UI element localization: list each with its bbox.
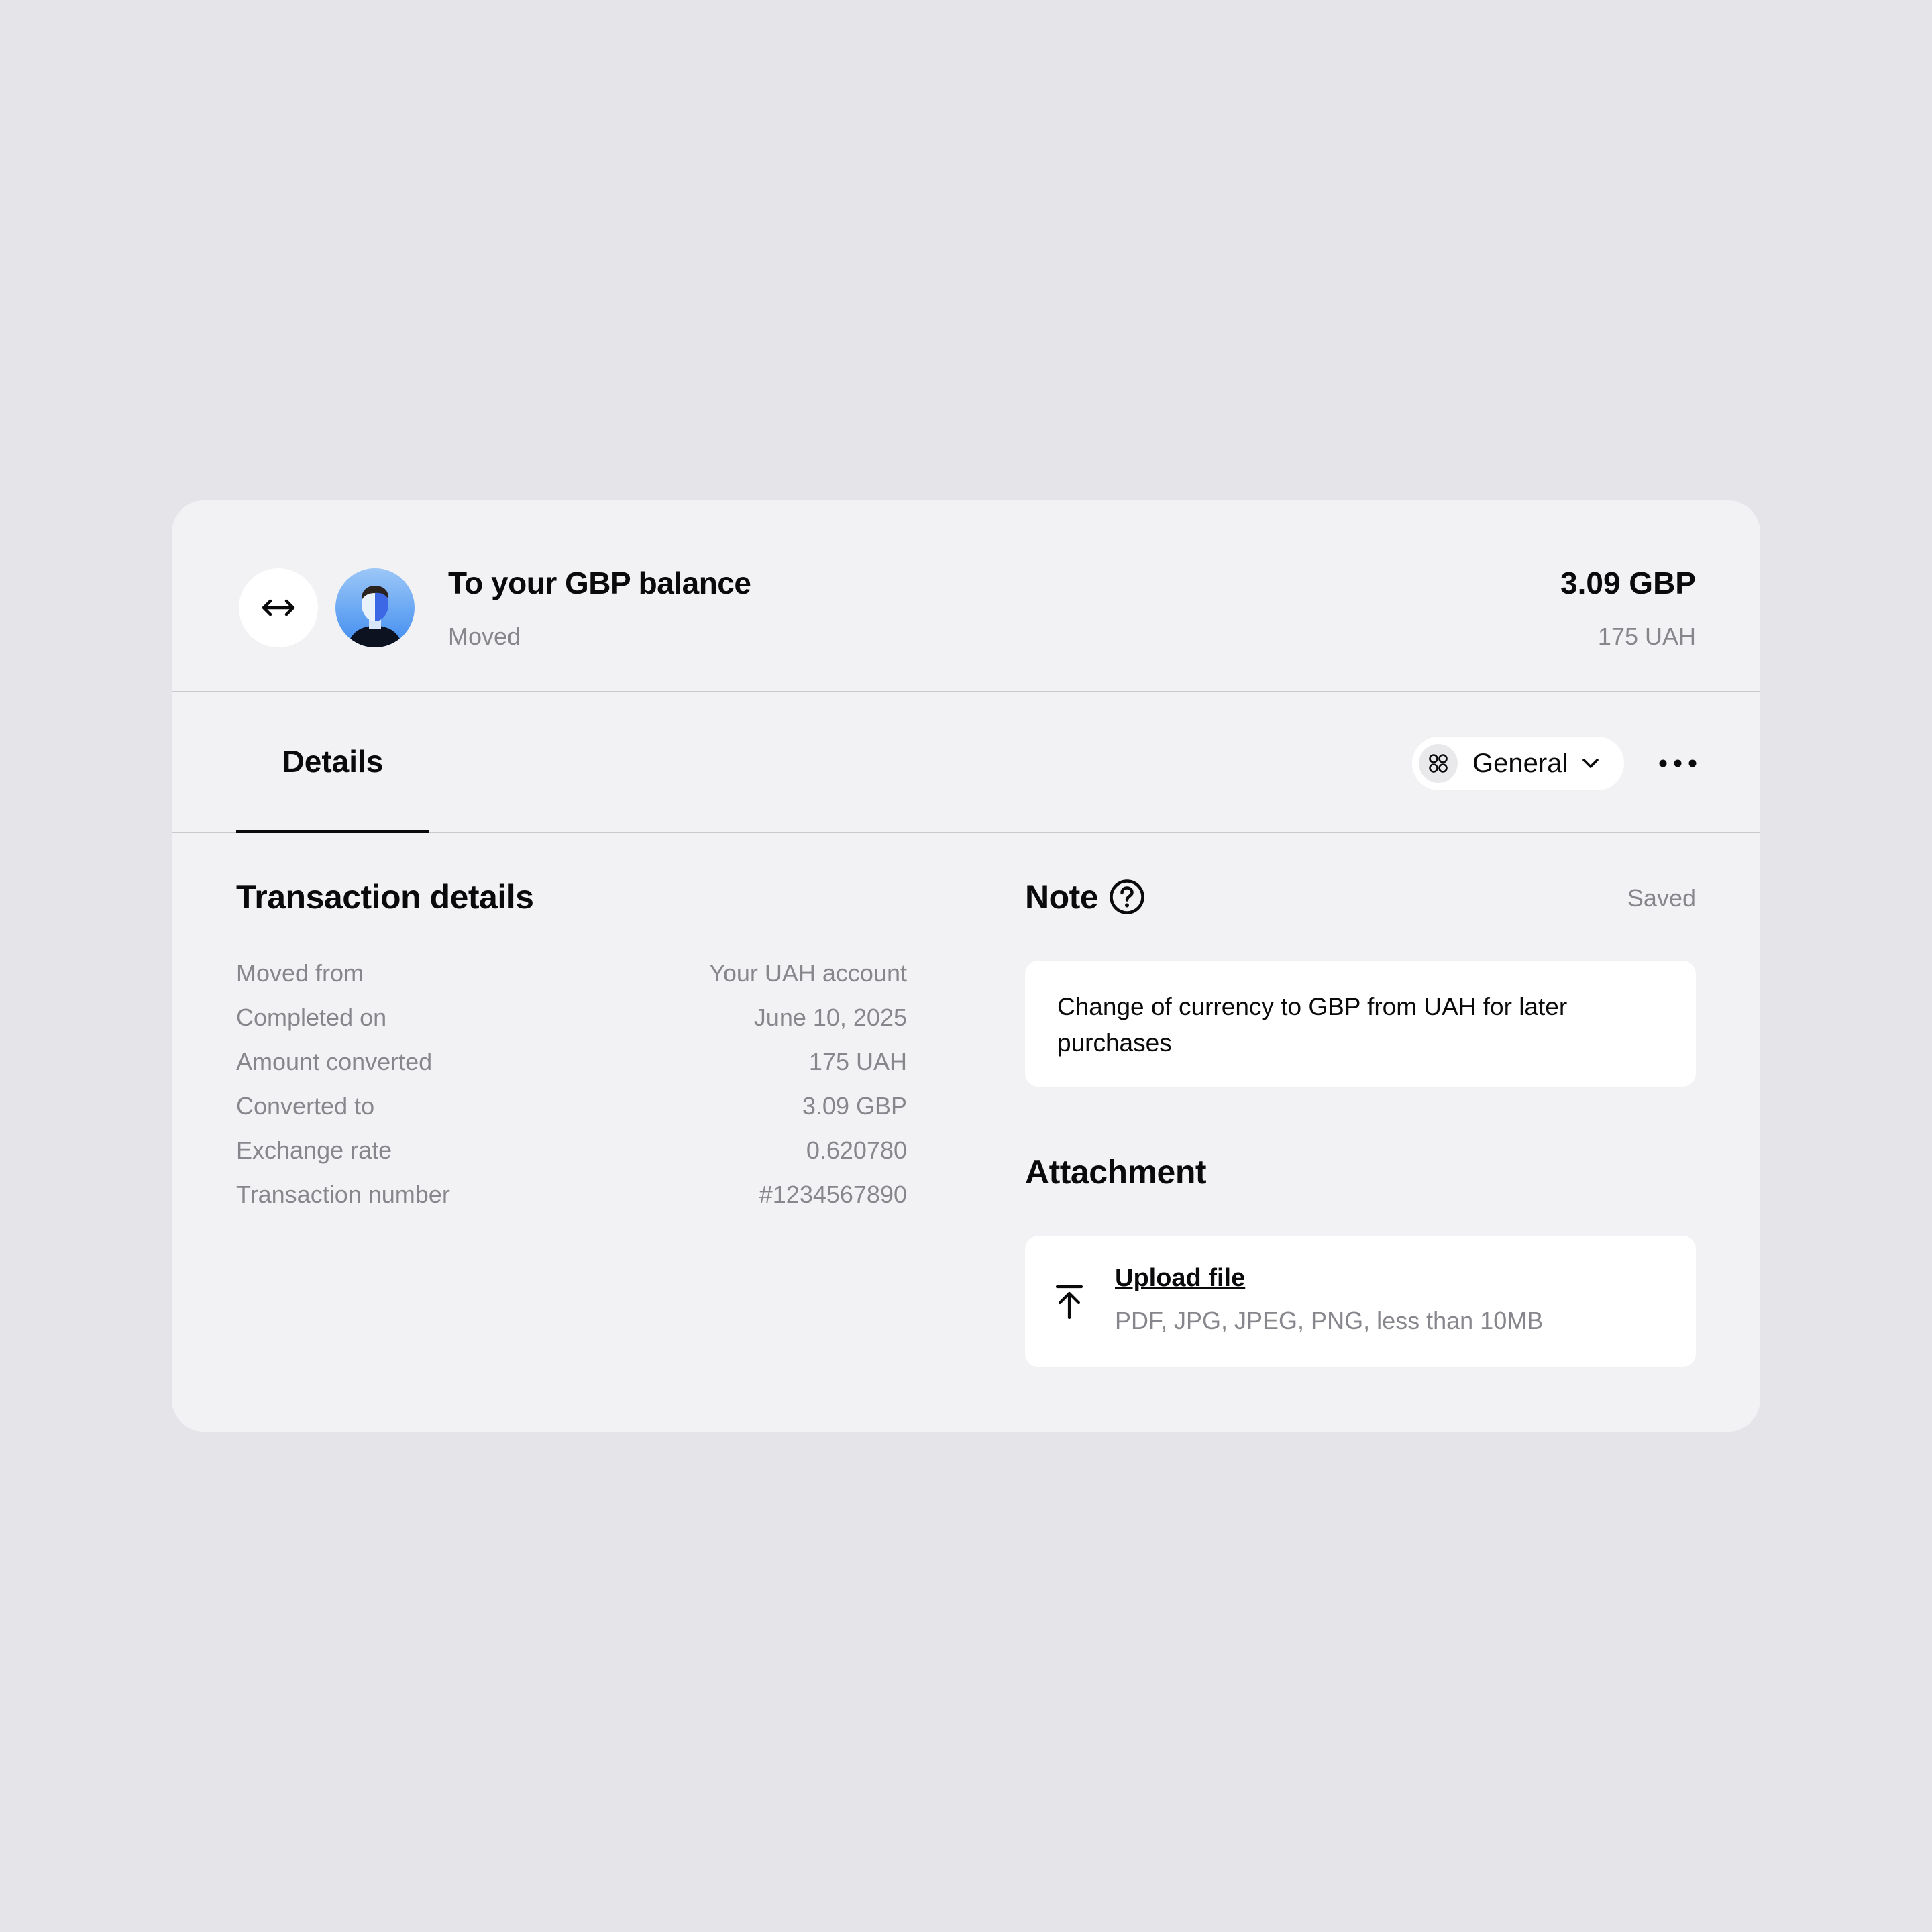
swap-button[interactable]: [239, 568, 318, 647]
detail-label: Moved from: [236, 959, 364, 987]
swap-arrows-icon: [262, 599, 295, 616]
detail-label: Amount converted: [236, 1048, 433, 1075]
transaction-details-title: Transaction details: [236, 878, 534, 916]
transaction-status: Moved: [448, 623, 521, 650]
transaction-header: To your GBP balance Moved 3.09 GBP 175 U…: [172, 500, 1760, 692]
avatar: [335, 568, 415, 647]
note-heading: Note: [1025, 877, 1145, 916]
note-title: Note: [1025, 878, 1099, 916]
tab-details[interactable]: Details: [236, 692, 429, 833]
transaction-card: To your GBP balance Moved 3.09 GBP 175 U…: [172, 500, 1760, 1432]
upload-dropzone[interactable]: Upload file PDF, JPG, JPEG, PNG, less th…: [1025, 1236, 1696, 1367]
detail-value: 0.620780: [806, 1136, 907, 1164]
transaction-details-list: Moved from Your UAH account Completed on…: [236, 959, 907, 1225]
tab-bar: Details General: [172, 692, 1760, 833]
detail-value: 175 UAH: [808, 1048, 907, 1075]
transaction-title: To your GBP balance: [448, 566, 751, 600]
detail-value: June 10, 2025: [753, 1004, 907, 1031]
note-saved-status: Saved: [1627, 884, 1696, 912]
detail-label: Converted to: [236, 1092, 375, 1120]
detail-value: Your UAH account: [709, 959, 907, 987]
upload-icon: [1055, 1284, 1084, 1322]
category-dropdown[interactable]: General: [1412, 737, 1624, 790]
amount-primary: 3.09 GBP: [1560, 566, 1696, 600]
more-horizontal-icon: [1659, 759, 1697, 767]
category-label: General: [1472, 748, 1568, 778]
detail-row-amount-converted: Amount converted 175 UAH: [236, 1048, 907, 1092]
amount-secondary: 175 UAH: [1597, 623, 1696, 650]
detail-row-converted-to: Converted to 3.09 GBP: [236, 1092, 907, 1136]
note-textarea[interactable]: Change of currency to GBP from UAH for l…: [1025, 961, 1696, 1087]
upload-hint: PDF, JPG, JPEG, PNG, less than 10MB: [1115, 1307, 1544, 1334]
chevron-down-icon: [1581, 757, 1600, 769]
help-icon[interactable]: [1109, 879, 1145, 915]
category-grid-icon: [1419, 744, 1458, 783]
detail-label: Exchange rate: [236, 1136, 392, 1164]
detail-value[interactable]: #1234567890: [759, 1181, 907, 1225]
detail-row-transaction-number: Transaction number #1234567890: [236, 1181, 907, 1225]
attachment-title: Attachment: [1025, 1153, 1207, 1191]
detail-row-completed-on: Completed on June 10, 2025: [236, 1004, 907, 1048]
more-options-button[interactable]: [1658, 750, 1697, 777]
upload-file-link[interactable]: Upload file: [1115, 1264, 1245, 1293]
detail-label: Transaction number: [236, 1181, 450, 1208]
detail-row-moved-from: Moved from Your UAH account: [236, 959, 907, 1004]
detail-row-exchange-rate: Exchange rate 0.620780: [236, 1136, 907, 1181]
detail-label: Completed on: [236, 1004, 387, 1031]
detail-value: 3.09 GBP: [802, 1092, 907, 1120]
